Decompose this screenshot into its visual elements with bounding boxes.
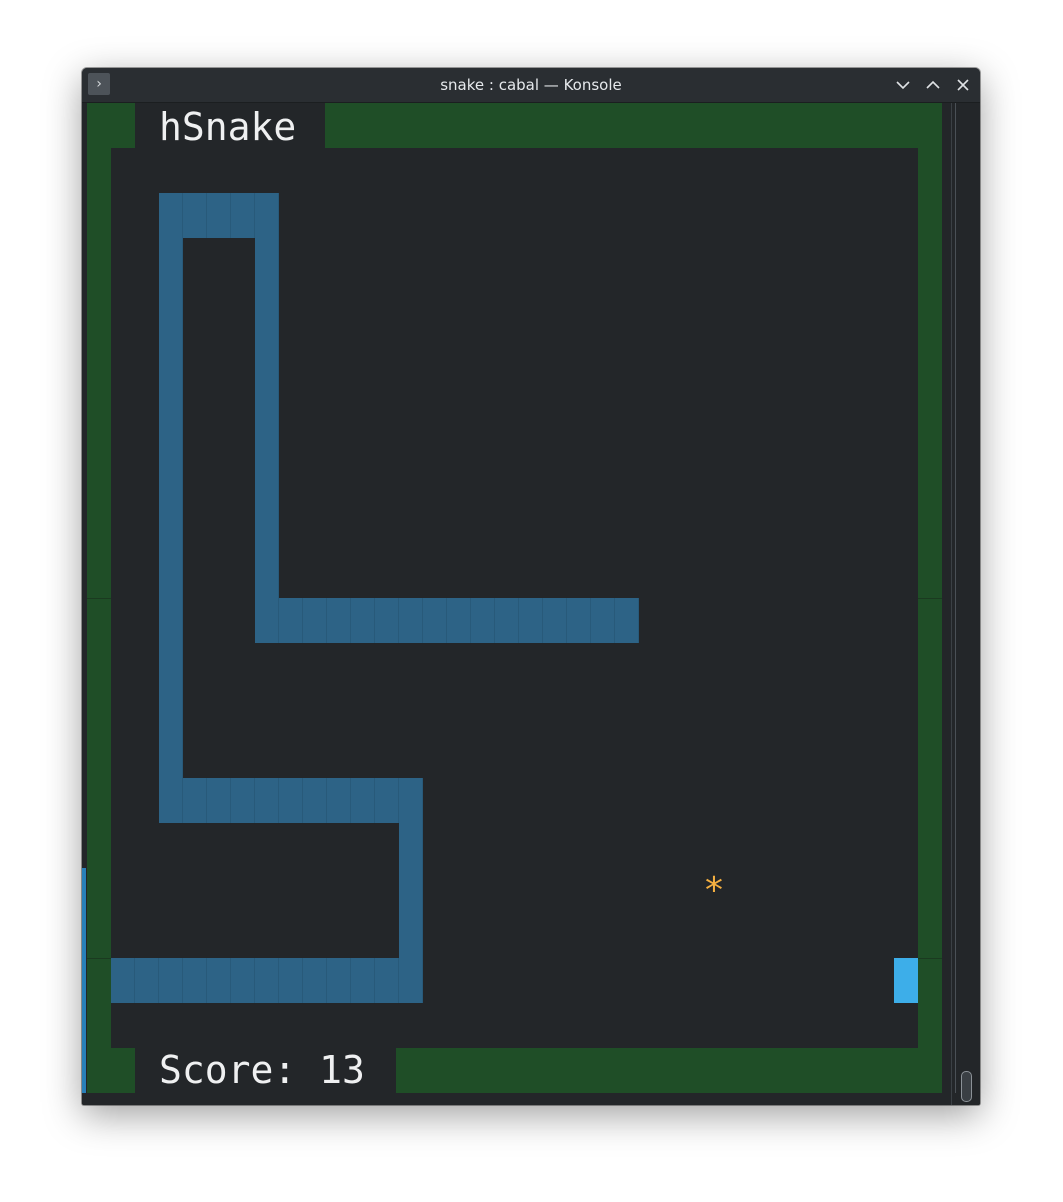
snake-segment [231,778,255,823]
snake-segment [615,598,639,643]
snake-segment [183,958,207,1003]
food-item: * [703,870,725,911]
snake-segment [255,463,279,508]
snake-segment [279,778,303,823]
snake-segment [471,598,495,643]
snake-segment [255,778,279,823]
konsole-window: › snake : cabal — Konsole hSnake * Score… [82,68,980,1105]
snake-segment [447,598,471,643]
snake-segment [231,193,255,238]
snake-segment [231,958,255,1003]
snake-segment [279,598,303,643]
snake-segment [255,553,279,598]
snake-segment [159,463,183,508]
snake-segment [159,643,183,688]
snake-segment [255,598,279,643]
snake-segment [207,958,231,1003]
snake-segment [279,958,303,1003]
snake-segment [375,958,399,1003]
snake-segment [255,373,279,418]
snake-segment [159,553,183,598]
close-icon [957,79,969,91]
title-bar[interactable]: › snake : cabal — Konsole [82,68,980,103]
scrollbar-thumb[interactable] [961,1071,972,1102]
chevron-up-icon [926,80,940,89]
snake-segment [255,508,279,553]
snake-segment [303,778,327,823]
chevron-down-icon [896,81,910,90]
wall-row-line [87,958,111,959]
snake-segment [255,283,279,328]
score-display: Score: 13 [159,1048,365,1093]
snake-segment [159,238,183,283]
snake-segment [207,778,231,823]
snake-segment [159,733,183,778]
window-title: snake : cabal — Konsole [440,76,622,94]
snake-segment [375,598,399,643]
snake-segment [159,688,183,733]
snake-segment [519,598,543,643]
snake-segment [303,958,327,1003]
terminal-area[interactable]: hSnake * Score: 13 [82,103,980,1105]
snake-segment [255,238,279,283]
snake-segment [183,193,207,238]
snake-segment [351,958,375,1003]
maximize-button[interactable] [924,76,942,94]
snake-segment [399,958,423,1003]
snake-segment [327,958,351,1003]
snake-segment [399,868,423,913]
snake-segment [159,508,183,553]
snake-segment [327,778,351,823]
terminal-cursor [894,958,918,1003]
minimize-button[interactable] [894,76,912,94]
snake-segment [399,778,423,823]
wall-row-line [918,958,942,959]
snake-segment [327,598,351,643]
snake-segment [183,778,207,823]
snake-segment [399,823,423,868]
snake-segment [159,598,183,643]
snake-segment [159,328,183,373]
wall-row-line [87,598,111,599]
snake-segment [495,598,519,643]
snake-segment [255,418,279,463]
game-title: hSnake [159,105,297,149]
snake-segment [351,598,375,643]
score-value: 13 [319,1048,365,1092]
snake-segment [255,193,279,238]
close-button[interactable] [954,76,972,94]
scrollbar-divider [955,103,956,1093]
snake-segment [591,598,615,643]
snake-segment [111,958,135,1003]
snake-segment [135,958,159,1003]
snake-segment [303,598,327,643]
snake-segment [159,958,183,1003]
game-board: hSnake * Score: 13 [82,103,942,1093]
snake-segment [543,598,567,643]
snake-segment [567,598,591,643]
score-label: Score: [159,1048,297,1092]
snake-segment [159,283,183,328]
snake-segment [255,328,279,373]
snake-segment [255,958,279,1003]
snake-segment [159,778,183,823]
snake-segment [159,373,183,418]
snake-segment [399,598,423,643]
activity-indicator [82,868,86,1093]
wall-row-line [918,598,942,599]
snake-segment [423,598,447,643]
snake-segment [375,778,399,823]
snake-segment [351,778,375,823]
snake-segment [159,418,183,463]
snake-segment [207,193,231,238]
snake-segment [399,913,423,958]
snake-segment [159,193,183,238]
